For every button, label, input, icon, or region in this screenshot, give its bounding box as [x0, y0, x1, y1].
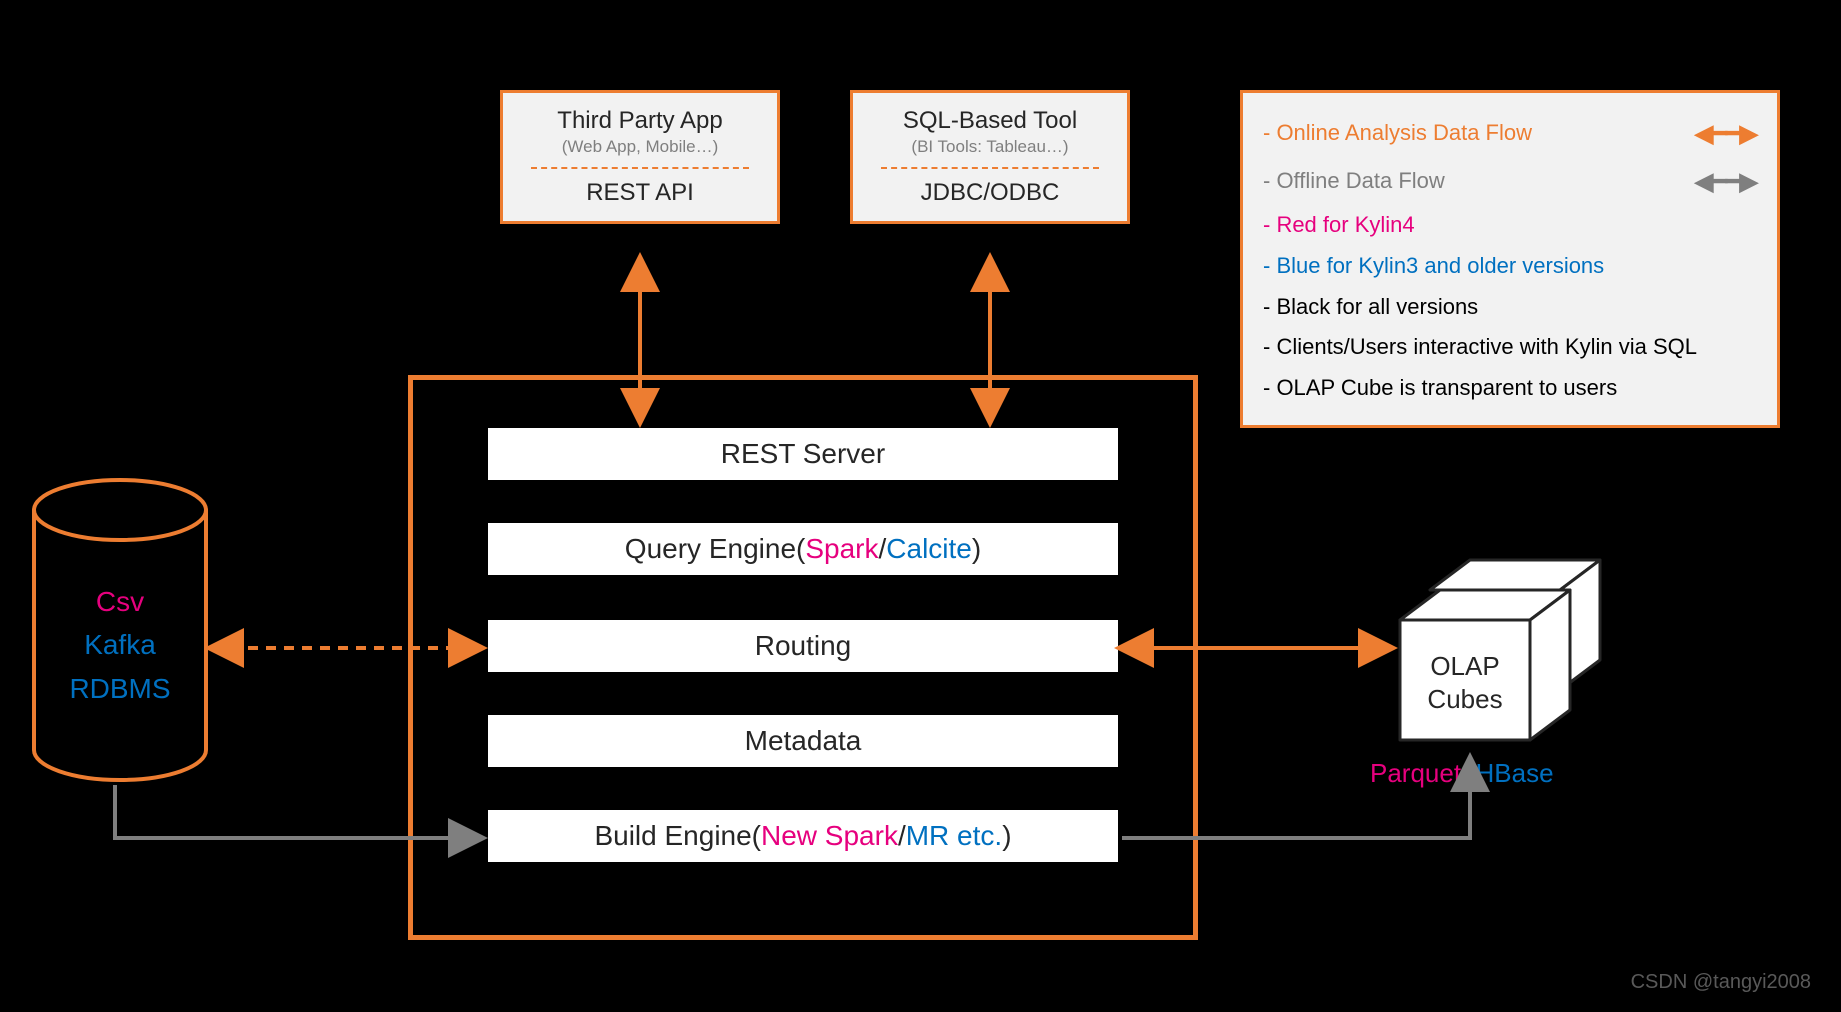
legend-black: - Black for all versions	[1263, 287, 1757, 328]
layer-red: New Spark	[761, 820, 898, 852]
routing-layer: Routing	[488, 620, 1118, 672]
legend-text: - Online Analysis Data Flow	[1263, 113, 1532, 154]
layer-label: REST Server	[721, 438, 885, 470]
legend-blue: - Blue for Kylin3 and older versions	[1263, 246, 1757, 287]
olap-cubes: OLAP Cubes	[1370, 545, 1630, 765]
layer-sep: /	[879, 533, 887, 565]
client-protocol: REST API	[513, 179, 767, 207]
layer-label: Metadata	[745, 725, 862, 757]
layer-suffix: )	[1002, 820, 1011, 852]
build-engine-layer: Build Engine(New Spark/MR etc.)	[488, 810, 1118, 862]
client-protocol: JDBC/ODBC	[863, 179, 1117, 207]
legend-offline: - Offline Data Flow ◀━━▶	[1263, 157, 1757, 205]
layer-label-prefix: Build Engine(	[594, 820, 761, 852]
legend-online: - Online Analysis Data Flow ◀━━▶	[1263, 109, 1757, 157]
ds-kafka: Kafka	[30, 623, 210, 666]
legend-transparent: - OLAP Cube is transparent to users	[1263, 368, 1757, 409]
cube-line1: OLAP	[1400, 650, 1530, 683]
rest-server-layer: REST Server	[488, 428, 1118, 480]
client-title: SQL-Based Tool	[863, 107, 1117, 135]
layer-suffix: )	[972, 533, 981, 565]
cube-line2: Cubes	[1400, 683, 1530, 716]
layer-label: Routing	[755, 630, 852, 662]
client-title: Third Party App	[513, 107, 767, 135]
query-engine-layer: Query Engine(Spark/Calcite)	[488, 523, 1118, 575]
legend-box: - Online Analysis Data Flow ◀━━▶ - Offli…	[1240, 90, 1780, 428]
sql-tool-box: SQL-Based Tool (BI Tools: Tableau…) JDBC…	[850, 90, 1130, 224]
ds-csv: Csv	[30, 580, 210, 623]
divider	[881, 167, 1099, 169]
storage-hbase: HBase	[1476, 758, 1554, 788]
metadata-layer: Metadata	[488, 715, 1118, 767]
layer-sep: /	[898, 820, 906, 852]
double-arrow-icon: ◀━━▶	[1694, 109, 1757, 157]
legend-red: - Red for Kylin4	[1263, 205, 1757, 246]
legend-interactive: - Clients/Users interactive with Kylin v…	[1263, 327, 1757, 368]
layer-red: Spark	[805, 533, 878, 565]
legend-text: - Offline Data Flow	[1263, 161, 1445, 202]
ds-rdbms: RDBMS	[30, 667, 210, 710]
layer-blue: MR etc.	[906, 820, 1002, 852]
datasource-cylinder: Csv Kafka RDBMS	[30, 475, 210, 785]
layer-label-prefix: Query Engine(	[625, 533, 806, 565]
client-subtitle: (BI Tools: Tableau…)	[863, 137, 1117, 157]
layer-blue: Calcite	[886, 533, 972, 565]
double-arrow-icon: ◀━━▶	[1694, 157, 1757, 205]
divider	[531, 167, 749, 169]
watermark: CSDN @tangyi2008	[1631, 971, 1811, 994]
third-party-app-box: Third Party App (Web App, Mobile…) REST …	[500, 90, 780, 224]
storage-parquet: Parquet	[1370, 758, 1461, 788]
client-subtitle: (Web App, Mobile…)	[513, 137, 767, 157]
